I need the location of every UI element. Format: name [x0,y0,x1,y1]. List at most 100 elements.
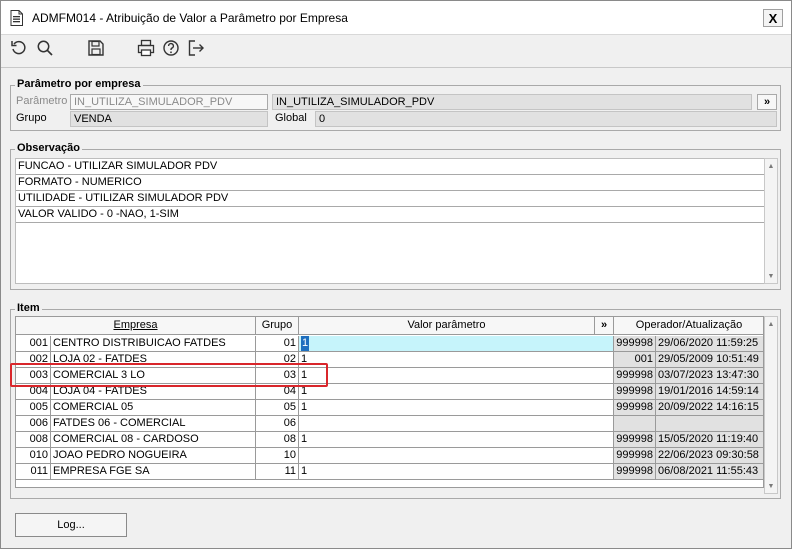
operador-cell: 999998 [614,384,656,400]
table-row[interactable]: 011 EMPRESA FGE SA 11 1 999998 06/08/2021 11:… [16,464,763,480]
valor-editor[interactable]: 1 [301,336,310,351]
empresa-code-cell: 001 [16,336,51,352]
scroll-up-icon[interactable]: ▲ [765,160,777,172]
grupo-field: VENDA [70,111,268,127]
parametro-group: Parâmetro por empresa Parâmetro IN_UTILI… [10,78,781,131]
data-cell: 29/05/2009 10:51:49 [656,352,763,368]
double-chevron-right-icon: » [600,319,608,331]
operador-cell: 999998 [614,368,656,384]
data-cell: 20/09/2022 14:16:15 [656,400,763,416]
exit-icon [188,40,204,56]
valor-cell[interactable]: 1 [299,384,614,400]
operador-cell: 999998 [614,464,656,480]
grupo-cell: 08 [256,432,299,448]
print-button[interactable] [136,38,156,58]
empresa-code-cell: 010 [16,448,51,464]
observacao-scrollbar[interactable]: ▲ ▼ [764,158,778,284]
parametro-legend: Parâmetro por empresa [15,78,143,90]
valor-cell[interactable]: 1 [299,336,614,352]
data-cell: 19/01/2016 14:59:14 [656,384,763,400]
table-row[interactable]: 001 CENTRO DISTRIBUICAO FATDES 01 1 999998 29… [16,336,763,352]
table-row[interactable]: 005 COMERCIAL 05 05 1 999998 20/09/2022 14:16… [16,400,763,416]
item-scrollbar[interactable]: ▲ ▼ [764,316,778,494]
data-cell: 15/05/2020 11:19:40 [656,432,763,448]
header-grupo[interactable]: Grupo [256,317,299,335]
header-operador[interactable]: Operador/Atualização [614,317,763,335]
table-row[interactable]: 008 COMERCIAL 08 - CARDOSO 08 1 999998 15/05/… [16,432,763,448]
search-icon [37,40,53,56]
valor-cell[interactable]: 1 [299,464,614,480]
empresa-code-cell: 006 [16,416,51,432]
operador-cell [614,416,656,432]
observacao-line: UTILIDADE - UTILIZAR SIMULADOR PDV [16,191,772,207]
log-button[interactable]: Log... [15,513,127,537]
grid-header: Empresa Grupo Valor parâmetro » Operador… [16,317,763,335]
window: ADMFM014 - Atribuição de Valor a Parâmet… [0,0,792,549]
operador-cell: 999998 [614,400,656,416]
valor-cell[interactable]: 1 [299,368,614,384]
grupo-cell: 10 [256,448,299,464]
header-valor[interactable]: Valor parâmetro [299,317,595,335]
observacao-textarea[interactable]: FUNCAO - UTILIZAR SIMULADOR PDV FORMATO … [15,158,773,284]
parametro-field[interactable]: IN_UTILIZA_SIMULADOR_PDV [70,94,268,110]
operador-cell: 999998 [614,448,656,464]
valor-cell[interactable]: 1 [299,400,614,416]
observacao-line: VALOR VALIDO - 0 -NAO, 1-SIM [16,207,772,223]
valor-cell[interactable] [299,416,614,432]
item-group: Item Empresa Grupo Valor parâmetro » Ope… [10,302,781,499]
empresa-name-cell: COMERCIAL 05 [51,400,256,416]
double-chevron-right-icon: » [763,96,771,108]
scroll-up-icon[interactable]: ▲ [765,318,777,330]
title-bar: ADMFM014 - Atribuição de Valor a Parâmet… [1,1,791,35]
refresh-button[interactable] [9,38,29,58]
window-title: ADMFM014 - Atribuição de Valor a Parâmet… [32,11,348,25]
empresa-name-cell: COMERCIAL 08 - CARDOSO [51,432,256,448]
observacao-group: Observação FUNCAO - UTILIZAR SIMULADOR P… [10,142,781,290]
save-icon [88,40,104,56]
empresa-name-cell: JOAO PEDRO NOGUEIRA [51,448,256,464]
grupo-cell: 01 [256,336,299,352]
empresa-name-cell: EMPRESA FGE SA [51,464,256,480]
table-row[interactable]: 006 FATDES 06 - COMERCIAL 06 [16,416,763,432]
operador-cell: 999998 [614,432,656,448]
data-cell: 29/06/2020 11:59:25 [656,336,763,352]
valor-cell[interactable]: 1 [299,432,614,448]
grupo-cell: 05 [256,400,299,416]
help-button[interactable] [161,38,181,58]
data-cell: 06/08/2021 11:55:43 [656,464,763,480]
exit-button[interactable] [186,38,206,58]
item-legend: Item [15,302,42,314]
data-cell: 22/06/2023 09:30:58 [656,448,763,464]
print-icon [137,39,155,57]
table-row[interactable]: 010 JOAO PEDRO NOGUEIRA 10 999998 22/06/2023… [16,448,763,464]
save-button[interactable] [86,38,106,58]
empresa-name-cell: FATDES 06 - COMERCIAL [51,416,256,432]
parametro-descricao-field: IN_UTILIZA_SIMULADOR_PDV [272,94,752,110]
parametro-label: Parâmetro [16,95,68,107]
observacao-line: FORMATO - NUMERICO [16,175,772,191]
empresa-name-cell: CENTRO DISTRIBUICAO FATDES [51,336,256,352]
search-button[interactable] [35,38,55,58]
scroll-down-icon[interactable]: ▼ [765,270,777,282]
operador-cell: 999998 [614,336,656,352]
scroll-down-icon[interactable]: ▼ [765,480,777,492]
operador-cell: 001 [614,352,656,368]
app-document-icon [10,10,23,26]
observacao-line: FUNCAO - UTILIZAR SIMULADOR PDV [16,159,772,175]
empresa-code-cell: 008 [16,432,51,448]
observacao-legend: Observação [15,142,82,154]
close-icon: X [768,10,778,26]
global-label: Global [275,112,307,124]
expand-button[interactable]: » [757,94,777,110]
valor-cell[interactable]: 1 [299,352,614,368]
highlight-annotation [10,363,328,387]
valor-cell[interactable] [299,448,614,464]
grupo-cell: 11 [256,464,299,480]
header-expand-button[interactable]: » [595,317,614,335]
close-button[interactable]: X [763,9,783,27]
toolbar [1,36,791,62]
grupo-cell: 06 [256,416,299,432]
header-empresa[interactable]: Empresa [16,317,256,335]
help-icon [163,40,179,56]
data-cell [656,416,763,432]
